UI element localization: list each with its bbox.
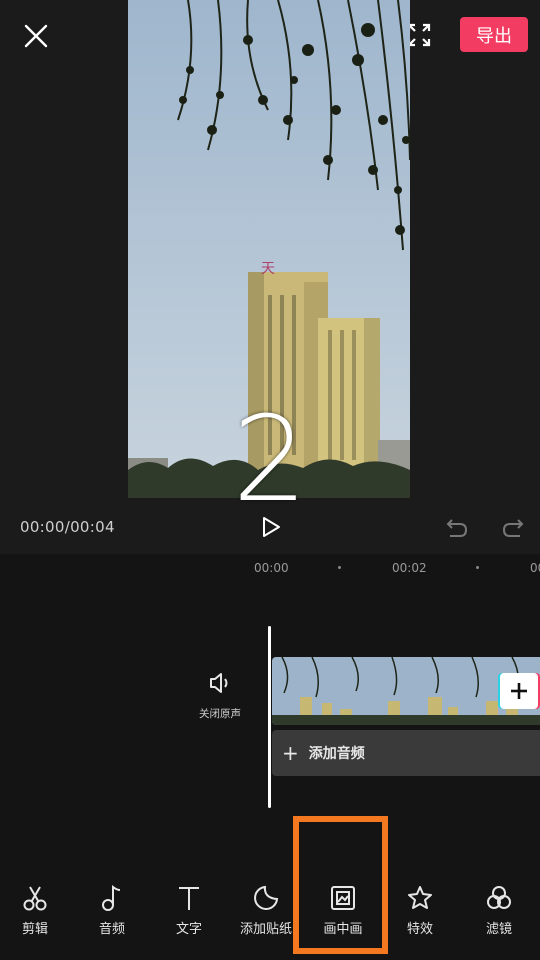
star-effect-icon [408,886,432,909]
redo-icon [502,519,524,537]
tool-text[interactable]: 文字 [154,878,224,948]
sticker-icon [254,885,279,910]
tool-sticker-label: 添加贴纸 [239,922,292,937]
play-button[interactable] [258,514,284,540]
bottom-toolbar: 剪辑 音频 文字 添加贴纸 画中画 特效 滤镜 [0,854,540,960]
add-audio-button[interactable]: + 添加音频 [272,730,540,776]
undo-icon [446,519,468,537]
ruler-tick-label: 00 [530,561,540,575]
editor-preview-area: 导出 天 2 00:00/00:04 [0,0,540,554]
add-clip-button[interactable] [500,673,538,709]
tool-cut-label: 剪辑 [21,922,48,937]
undo-button[interactable] [444,514,470,540]
highlight-annotation [293,816,388,954]
tool-text-label: 文字 [175,922,202,937]
tool-audio[interactable]: 音频 [77,878,147,948]
close-button[interactable] [20,20,52,52]
ruler-tick-label: 00:00 [254,561,289,575]
time-readout: 00:00/00:04 [20,518,115,536]
filter-icon [487,886,511,909]
mute-original-label: 关闭原声 [199,708,241,720]
redo-button[interactable] [500,514,526,540]
music-note-icon [102,885,121,911]
playhead[interactable] [268,626,271,808]
tool-cut[interactable]: 剪辑 [0,878,70,948]
tool-filter[interactable]: 滤镜 [464,878,534,948]
ruler-dot [338,566,341,569]
tool-sticker[interactable]: 添加贴纸 [231,878,301,948]
plus-icon [511,683,527,699]
ruler-dot [476,566,479,569]
tool-effects[interactable]: 特效 [385,878,455,948]
timeline-panel[interactable]: 00:00 00:02 00 关闭原声 [0,554,540,854]
export-button[interactable]: 导出 [460,17,528,52]
plus-icon: + [282,741,299,765]
building-sign: 天 [261,261,275,277]
scissors-icon [23,886,47,911]
add-audio-label: 添加音频 [308,746,365,762]
ruler-tick-label: 00:02 [392,561,427,575]
tool-filter-label: 滤镜 [485,922,512,937]
play-icon [263,517,280,537]
text-icon [179,887,199,910]
speaker-icon [210,673,228,693]
step-number-overlay: 2 [232,390,308,528]
tool-audio-label: 音频 [98,922,125,937]
close-icon [24,24,48,48]
tool-effects-label: 特效 [406,922,433,937]
